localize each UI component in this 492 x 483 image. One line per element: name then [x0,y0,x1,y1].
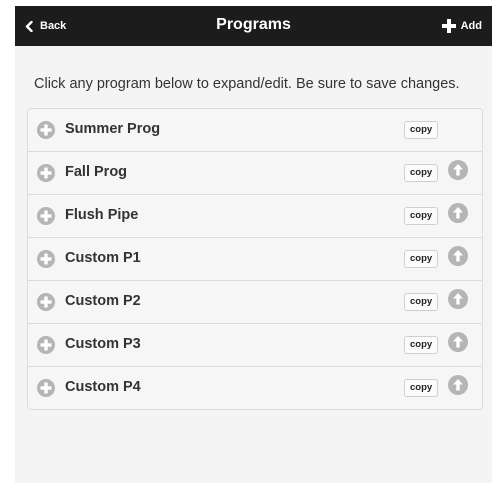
program-list: Summer Prog copy Fall Prog copy Flush Pi… [27,108,483,410]
program-row-1[interactable]: Summer Prog copy [28,109,482,151]
program-row-2[interactable]: Fall Prog copy [28,151,482,194]
plus-circle-icon[interactable] [37,250,55,268]
program-name: Fall Prog [65,164,128,180]
page-title: Programs [216,16,291,33]
program-row-6[interactable]: Custom P3 copy [28,323,482,366]
plus-circle-icon[interactable] [37,379,55,397]
back-button[interactable]: Back [25,6,66,46]
program-row-3[interactable]: Flush Pipe copy [28,194,482,237]
arrow-up-circle-icon[interactable] [448,289,468,309]
plus-circle-icon[interactable] [37,164,55,182]
arrow-up-circle-icon[interactable] [448,375,468,395]
instructions-text: Click any program below to expand/edit. … [34,76,460,92]
arrow-up-circle-icon[interactable] [448,160,468,180]
plus-circle-icon[interactable] [37,293,55,311]
copy-button[interactable]: copy [404,121,439,139]
program-name: Custom P3 [65,336,141,352]
header-bar: Back Programs Add [15,6,492,46]
programs-screen: Back Programs Add Click any program belo… [15,6,492,483]
program-name: Custom P4 [65,379,141,395]
program-row-7[interactable]: Custom P4 copy [28,366,482,409]
program-row-5[interactable]: Custom P2 copy [28,280,482,323]
plus-circle-icon[interactable] [37,336,55,354]
plus-circle-icon[interactable] [37,207,55,225]
program-name: Custom P1 [65,250,141,266]
program-name: Flush Pipe [65,207,139,223]
add-button[interactable]: Add [441,6,482,46]
copy-button[interactable]: copy [404,207,439,225]
copy-button[interactable]: copy [404,336,439,354]
copy-button[interactable]: copy [404,250,439,268]
chevron-left-icon [25,20,40,32]
back-button-label: Back [40,20,67,32]
copy-button[interactable]: copy [404,379,439,397]
arrow-up-circle-icon[interactable] [448,246,468,266]
program-name: Summer Prog [65,121,161,137]
program-name: Custom P2 [65,293,141,309]
plus-icon [441,19,461,33]
arrow-up-circle-icon[interactable] [448,332,468,352]
arrow-up-circle-icon[interactable] [448,203,468,223]
plus-circle-icon[interactable] [37,121,55,139]
copy-button[interactable]: copy [404,293,439,311]
program-row-4[interactable]: Custom P1 copy [28,237,482,280]
add-button-label: Add [460,20,482,32]
copy-button[interactable]: copy [404,164,439,182]
